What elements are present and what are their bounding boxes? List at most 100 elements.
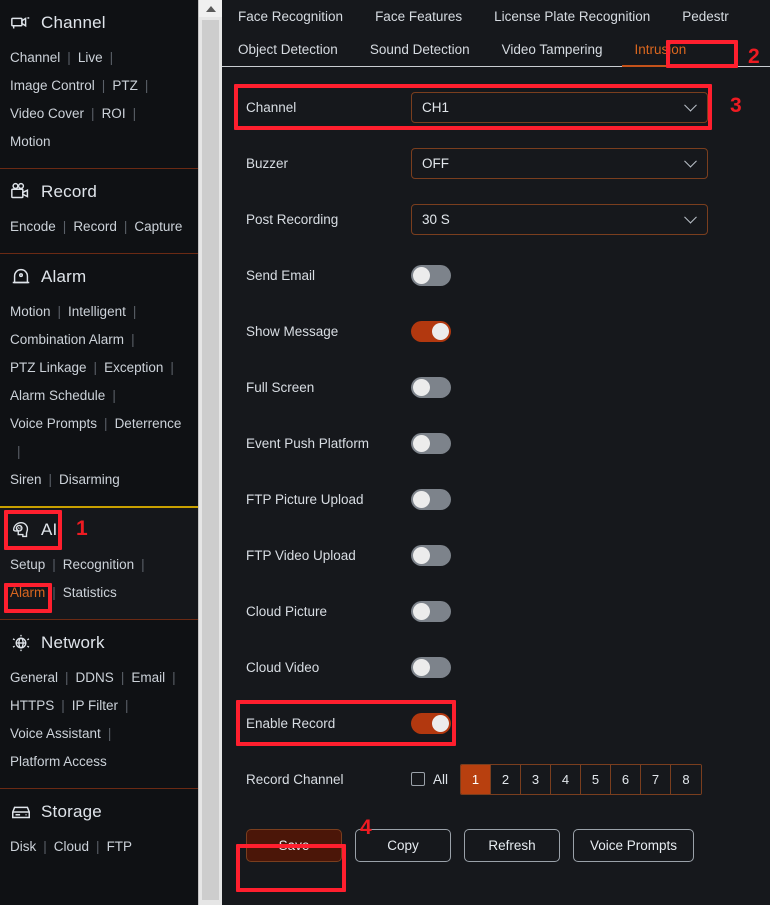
sidebar-item-intelligent[interactable]: Intelligent: [68, 298, 126, 326]
event-push-platform-toggle[interactable]: [411, 432, 451, 454]
sidebar-item-ftp[interactable]: FTP: [107, 833, 133, 861]
tab-face-recognition[interactable]: Face Recognition: [222, 0, 359, 33]
sidebar-separator: |: [125, 698, 129, 713]
sidebar-item-motion[interactable]: Motion: [10, 298, 51, 326]
sidebar-item-cloud[interactable]: Cloud: [54, 833, 89, 861]
record-channel-all-checkbox[interactable]: [411, 772, 425, 786]
tab-face-features[interactable]: Face Features: [359, 0, 478, 33]
sidebar-group-storage[interactable]: Storage Disk | Cloud | FTP: [0, 788, 198, 873]
sidebar-sublink-row: Platform Access: [10, 748, 188, 776]
record-channel-button-3[interactable]: 3: [521, 764, 552, 794]
tab-license-plate-recognition[interactable]: License Plate Recognition: [478, 0, 666, 33]
tab-pedestr[interactable]: Pedestr: [666, 0, 745, 33]
sidebar-item-motion[interactable]: Motion: [10, 128, 51, 156]
sidebar-group-record[interactable]: Record Encode | Record | Capture: [0, 168, 198, 253]
channel-select[interactable]: CH1: [411, 91, 708, 123]
sidebar-group-title: Storage: [41, 802, 102, 821]
record-channel-button-7[interactable]: 7: [641, 764, 672, 794]
chevron-down-icon: [684, 154, 697, 168]
enable-record-toggle[interactable]: [411, 712, 451, 734]
record-channel-button-4[interactable]: 4: [551, 764, 582, 794]
tab-video-tampering[interactable]: Video Tampering: [486, 33, 619, 66]
sidebar-item-setup[interactable]: Setup: [10, 551, 45, 579]
sidebar-item-ip-filter[interactable]: IP Filter: [72, 692, 118, 720]
toggle-label: Cloud Video: [246, 659, 320, 675]
sidebar-item-ptz-linkage[interactable]: PTZ Linkage: [10, 354, 87, 382]
sidebar-item-combination-alarm[interactable]: Combination Alarm: [10, 326, 124, 354]
sidebar-item-voice-prompts[interactable]: Voice Prompts: [10, 410, 97, 438]
refresh-button[interactable]: Refresh: [464, 829, 560, 862]
record-channel-button-2[interactable]: 2: [491, 764, 522, 794]
record-channel-button-1[interactable]: 1: [461, 764, 492, 794]
sidebar-separator: |: [132, 106, 137, 121]
sidebar-item-live[interactable]: Live: [78, 44, 103, 72]
sidebar-group-header[interactable]: AI AI: [0, 507, 198, 551]
siren-icon: [10, 266, 32, 288]
camera-icon: [10, 12, 32, 34]
record-channel-button-6[interactable]: 6: [611, 764, 642, 794]
sidebar-item-voice-assistant[interactable]: Voice Assistant: [10, 720, 101, 748]
sidebar-group-header[interactable]: Network: [0, 620, 198, 664]
sidebar-group-network[interactable]: Network General | DDNS | Email | HTTPS | IP Filte…: [0, 619, 198, 788]
sidebar-item-email[interactable]: Email: [131, 664, 165, 692]
record-channel-button-8[interactable]: 8: [671, 764, 702, 794]
record-channel-button-5[interactable]: 5: [581, 764, 612, 794]
enable-record-label: Enable Record: [246, 715, 336, 731]
voice-prompts-button[interactable]: Voice Prompts: [573, 829, 695, 862]
sidebar-item-roi[interactable]: ROI: [102, 100, 126, 128]
sidebar-item-platform-access[interactable]: Platform Access: [10, 748, 107, 776]
sidebar-item-ddns[interactable]: DDNS: [76, 664, 114, 692]
sidebar-item-image-control[interactable]: Image Control: [10, 72, 95, 100]
sidebar-item-siren[interactable]: Siren: [10, 466, 42, 494]
ftp-video-upload-toggle[interactable]: [411, 544, 451, 566]
sidebar-item-disk[interactable]: Disk: [10, 833, 36, 861]
buzzer-select[interactable]: OFF: [411, 147, 708, 179]
sidebar-group-header[interactable]: Storage: [0, 789, 198, 833]
tab-object-detection[interactable]: Object Detection: [222, 33, 354, 66]
sidebar-scrollbar[interactable]: [198, 0, 222, 905]
tab-sound-detection[interactable]: Sound Detection: [354, 33, 486, 66]
sidebar-item-capture[interactable]: Capture: [134, 213, 182, 241]
save-button[interactable]: Save: [246, 829, 342, 862]
sidebar-group-channel[interactable]: Channel Channel | Live | Image Control | PTZ | Vi…: [0, 0, 198, 168]
ftp-picture-upload-toggle[interactable]: [411, 488, 451, 510]
sidebar-group-header[interactable]: Alarm: [0, 254, 198, 298]
row-ftp-picture-upload: FTP Picture Upload: [222, 471, 770, 527]
sidebar-item-channel[interactable]: Channel: [10, 44, 60, 72]
post-recording-select[interactable]: 30 S: [411, 203, 708, 235]
sidebar-group-header[interactable]: Record: [0, 169, 198, 213]
video-camera-icon: [10, 181, 32, 203]
full-screen-toggle[interactable]: [411, 376, 451, 398]
sidebar-separator: |: [120, 670, 125, 685]
sidebar-item-video-cover[interactable]: Video Cover: [10, 100, 84, 128]
sidebar-item-recognition[interactable]: Recognition: [63, 551, 134, 579]
sidebar-item-alarm[interactable]: Alarm: [10, 579, 45, 607]
sidebar-item-disarming[interactable]: Disarming: [59, 466, 120, 494]
show-message-toggle[interactable]: [411, 320, 451, 342]
sidebar-separator: |: [172, 670, 176, 685]
row-event-push-platform: Event Push Platform: [222, 415, 770, 471]
sidebar-item-record[interactable]: Record: [73, 213, 117, 241]
sidebar-separator: |: [104, 416, 108, 431]
sidebar-item-exception[interactable]: Exception: [104, 354, 163, 382]
toggle-knob: [413, 658, 430, 676]
sidebar-item-statistics[interactable]: Statistics: [63, 579, 117, 607]
sidebar-group-ai[interactable]: AI AI Setup | Recognition | Alarm | Statistics: [0, 506, 198, 619]
cloud-picture-toggle[interactable]: [411, 600, 451, 622]
sidebar-separator: |: [52, 585, 56, 600]
scroll-up-arrow-icon[interactable]: [199, 0, 222, 17]
sidebar-item-https[interactable]: HTTPS: [10, 692, 54, 720]
sidebar-item-ptz[interactable]: PTZ: [112, 72, 138, 100]
sidebar-group-header[interactable]: Channel: [0, 0, 198, 44]
sidebar-item-general[interactable]: General: [10, 664, 58, 692]
app-window: Channel Channel | Live | Image Control | PTZ | Vi…: [0, 0, 770, 905]
send-email-toggle[interactable]: [411, 264, 451, 286]
sidebar-group-alarm[interactable]: Alarm Motion | Intelligent | Combination Alar…: [0, 253, 198, 506]
row-post-recording: Post Recording 30 S: [222, 191, 770, 247]
sidebar-item-deterrence[interactable]: Deterrence: [115, 410, 182, 438]
sidebar-item-alarm-schedule[interactable]: Alarm Schedule: [10, 382, 105, 410]
sidebar-item-encode[interactable]: Encode: [10, 213, 56, 241]
cloud-video-toggle[interactable]: [411, 656, 451, 678]
tab-intrusion[interactable]: Intrusion: [618, 33, 702, 67]
scrollbar-thumb[interactable]: [202, 20, 219, 900]
